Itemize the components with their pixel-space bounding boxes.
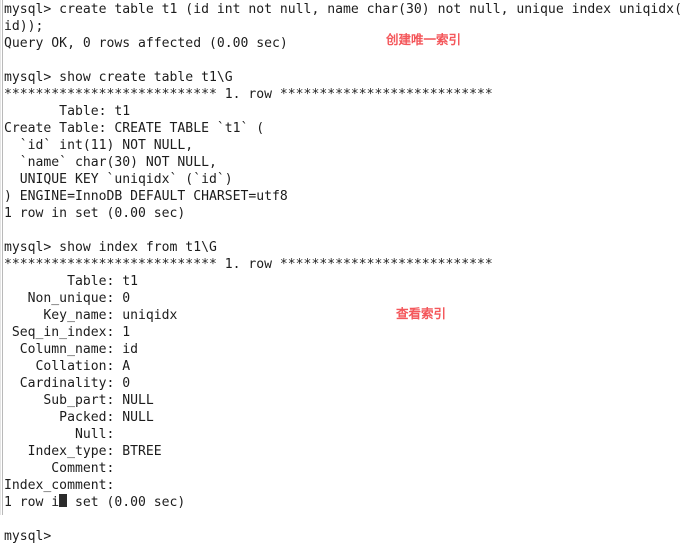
terminal-window[interactable]: mysql> create table t1 (id int not null,… [0,0,693,544]
terminal-output: mysql> create table t1 (id int not null,… [4,2,682,544]
annotation-create-unique-index: 创建唯一索引 [386,32,462,47]
window-border-inner [2,0,3,515]
window-border-outer [0,0,1,515]
annotation-view-index: 查看索引 [396,306,447,321]
terminal-cursor [59,494,67,507]
